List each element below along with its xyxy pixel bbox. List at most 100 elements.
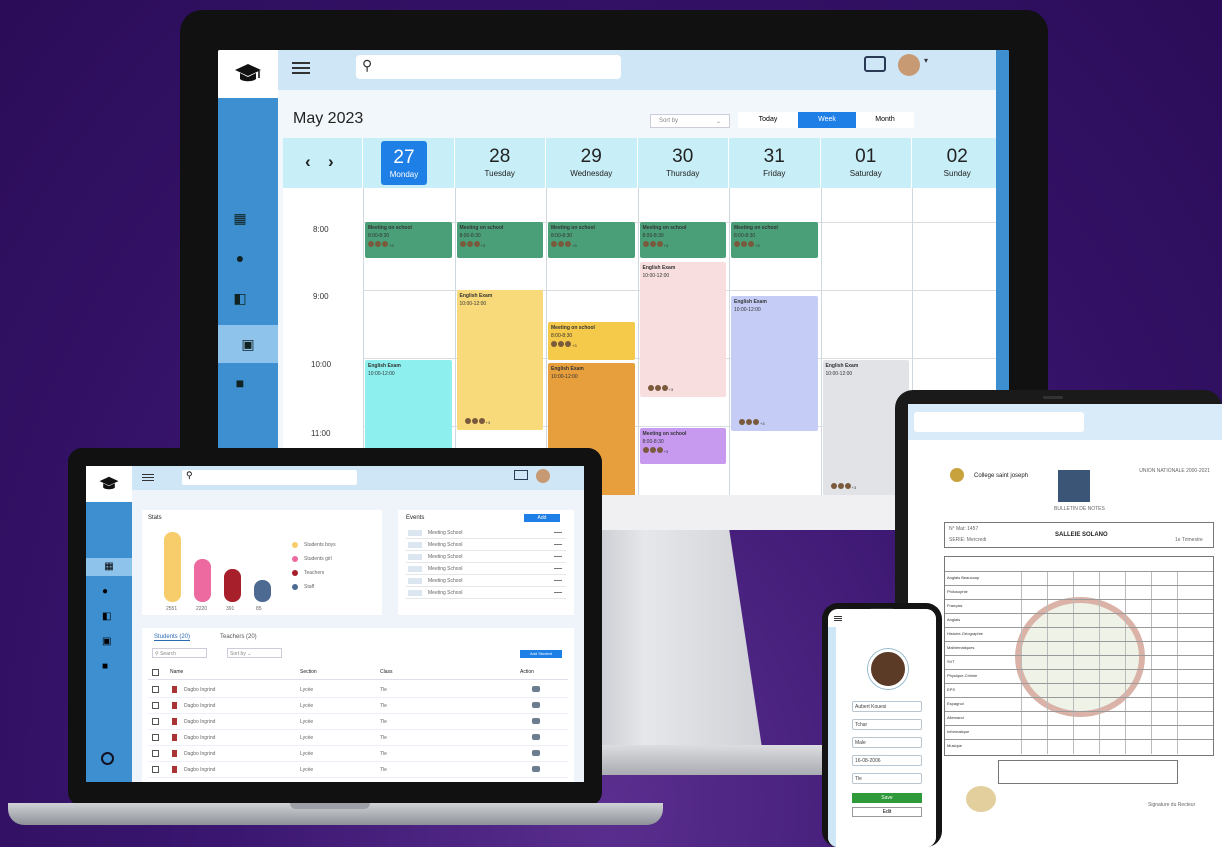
- tab-students[interactable]: Students (20): [154, 634, 191, 641]
- event-row[interactable]: Meeting School: [406, 552, 566, 563]
- calendar-icon[interactable]: ▣: [102, 636, 111, 647]
- dashboard-icon[interactable]: ▦: [232, 210, 248, 226]
- event-menu-icon[interactable]: [554, 568, 562, 569]
- mail-icon[interactable]: [514, 470, 528, 480]
- event-menu-icon[interactable]: [554, 556, 562, 557]
- table-row[interactable]: Dagbo Ingrind Lycée Tle: [148, 698, 568, 714]
- add-event-button[interactable]: Add: [524, 514, 560, 522]
- search-input[interactable]: ⚲: [182, 470, 357, 485]
- event-date-badge: [408, 542, 422, 548]
- day-header-wednesday[interactable]: 29 Wednesday: [546, 138, 638, 188]
- mail-icon[interactable]: [864, 56, 886, 72]
- calendar-icon[interactable]: ▣: [218, 325, 278, 363]
- row-checkbox[interactable]: [152, 734, 159, 741]
- meeting-event[interactable]: Meeting on school 8:00-8:30 +3: [639, 222, 726, 258]
- avatar[interactable]: [898, 54, 920, 76]
- day-header-monday[interactable]: 27 Monday: [363, 138, 455, 188]
- row-checkbox[interactable]: [152, 686, 159, 693]
- search-input[interactable]: [914, 412, 1084, 432]
- event-row[interactable]: Meeting School: [406, 576, 566, 587]
- sort-select[interactable]: Sort by ⌄: [227, 648, 282, 658]
- event-row[interactable]: Meeting School: [406, 528, 566, 539]
- menu-icon[interactable]: [834, 616, 842, 617]
- dashboard-icon[interactable]: ▦: [86, 558, 132, 576]
- sort-select[interactable]: Sort by ⌄: [650, 114, 730, 128]
- tab-teachers[interactable]: Teachers (20): [220, 634, 257, 640]
- event-row[interactable]: Meeting School: [406, 588, 566, 599]
- students-icon[interactable]: ●: [102, 586, 108, 597]
- student-avatar[interactable]: [868, 649, 908, 689]
- menu-icon[interactable]: [292, 62, 310, 64]
- row-checkbox[interactable]: [152, 766, 159, 773]
- event-menu-icon[interactable]: [554, 580, 562, 581]
- document-icon[interactable]: ■: [232, 375, 248, 391]
- meeting-event[interactable]: Meeting on school 8:00-8:30 +3: [548, 322, 635, 360]
- add-student-button[interactable]: Add Student: [520, 650, 562, 658]
- grade-cell-divider: [1151, 600, 1152, 614]
- grade-cell-divider: [1073, 642, 1074, 656]
- save-button[interactable]: Save: [852, 793, 922, 803]
- students-icon[interactable]: ●: [232, 250, 248, 266]
- meeting-event[interactable]: Meeting on school 8:00-8:30 +3: [456, 222, 543, 258]
- event-row[interactable]: Meeting School: [406, 564, 566, 575]
- teacher-icon[interactable]: ◧: [102, 611, 111, 622]
- day-header-thursday[interactable]: 30 Thursday: [637, 138, 729, 188]
- next-week-button[interactable]: ›: [328, 152, 334, 172]
- event-time: 10:00-12:00: [642, 273, 670, 279]
- event-menu-icon[interactable]: [554, 592, 562, 593]
- table-row[interactable]: Dagbo Ingrind Lycée Tle: [148, 762, 568, 778]
- event-time: 10:00-12:00: [368, 371, 395, 377]
- grade-row: Mathématiques: [945, 641, 1213, 656]
- table-row[interactable]: Dagbo Ingrind Lycée Tle: [148, 746, 568, 762]
- event-menu-icon[interactable]: [554, 532, 562, 533]
- search-input[interactable]: ⚲ Search: [152, 648, 207, 658]
- birthdate-field[interactable]: 16-08-2006: [852, 755, 922, 766]
- view-icon[interactable]: [532, 702, 540, 708]
- day-header-saturday[interactable]: 01 Saturday: [820, 138, 912, 188]
- attendee-avatar: [459, 241, 466, 247]
- exam-event[interactable]: English Exam 10:00-12:00 +3: [456, 290, 543, 430]
- avatar[interactable]: [536, 469, 550, 483]
- teacher-icon[interactable]: ◧: [232, 290, 248, 306]
- day-header-sunday[interactable]: 02 Sunday: [912, 138, 1004, 188]
- gender-field[interactable]: Male: [852, 737, 922, 748]
- firstname-field[interactable]: Tchar: [852, 719, 922, 730]
- view-icon[interactable]: [532, 766, 540, 772]
- meeting-event[interactable]: Meeting on school 8:00-8:30 +3: [548, 222, 635, 258]
- week-button[interactable]: Week: [798, 112, 856, 128]
- document-icon[interactable]: ■: [102, 661, 108, 672]
- menu-icon[interactable]: [142, 474, 154, 475]
- day-header-tuesday[interactable]: 28 Tuesday: [454, 138, 546, 188]
- meeting-event[interactable]: Meeting on school 8:00-8:30 +3: [731, 222, 818, 258]
- meeting-event[interactable]: Meeting on school 8:00-8:30 +3: [365, 222, 452, 258]
- prev-week-button[interactable]: ‹: [305, 152, 311, 172]
- table-row[interactable]: Dagbo Ingrind Lycée Tle: [148, 730, 568, 746]
- exam-event[interactable]: English Exam 10:00-12:00 +3: [639, 262, 726, 397]
- subject-name: Mathématiques: [947, 645, 975, 650]
- view-icon[interactable]: [532, 750, 540, 756]
- settings-icon[interactable]: [101, 752, 114, 765]
- search-input[interactable]: ⚲: [356, 55, 621, 79]
- month-button[interactable]: Month: [856, 112, 914, 128]
- row-checkbox[interactable]: [152, 702, 159, 709]
- class-field[interactable]: Tle: [852, 773, 922, 784]
- event-row[interactable]: Meeting School: [406, 540, 566, 551]
- view-icon[interactable]: [532, 734, 540, 740]
- meeting-event[interactable]: Meeting on school 8:00-8:30 +3: [639, 428, 726, 464]
- select-all-checkbox[interactable]: [152, 669, 159, 676]
- edit-button[interactable]: Edit: [852, 807, 922, 817]
- row-checkbox[interactable]: [152, 718, 159, 725]
- chevron-down-icon[interactable]: ▾: [924, 56, 928, 65]
- active-day[interactable]: 27 Monday: [381, 141, 427, 185]
- name-field[interactable]: Aubert Kouesi: [852, 701, 922, 712]
- view-icon[interactable]: [532, 686, 540, 692]
- event-menu-icon[interactable]: [554, 544, 562, 545]
- today-button[interactable]: Today: [738, 112, 798, 128]
- table-row[interactable]: Dagbo Ingrind Lycée Tle: [148, 714, 568, 730]
- day-header-friday[interactable]: 31 Friday: [729, 138, 821, 188]
- more-count: +3: [389, 243, 394, 248]
- row-checkbox[interactable]: [152, 750, 159, 757]
- exam-event[interactable]: English Exam 10:00-12:00 +3: [731, 296, 818, 431]
- table-row[interactable]: Dagbo Ingrind Lycée Tle: [148, 682, 568, 698]
- view-icon[interactable]: [532, 718, 540, 724]
